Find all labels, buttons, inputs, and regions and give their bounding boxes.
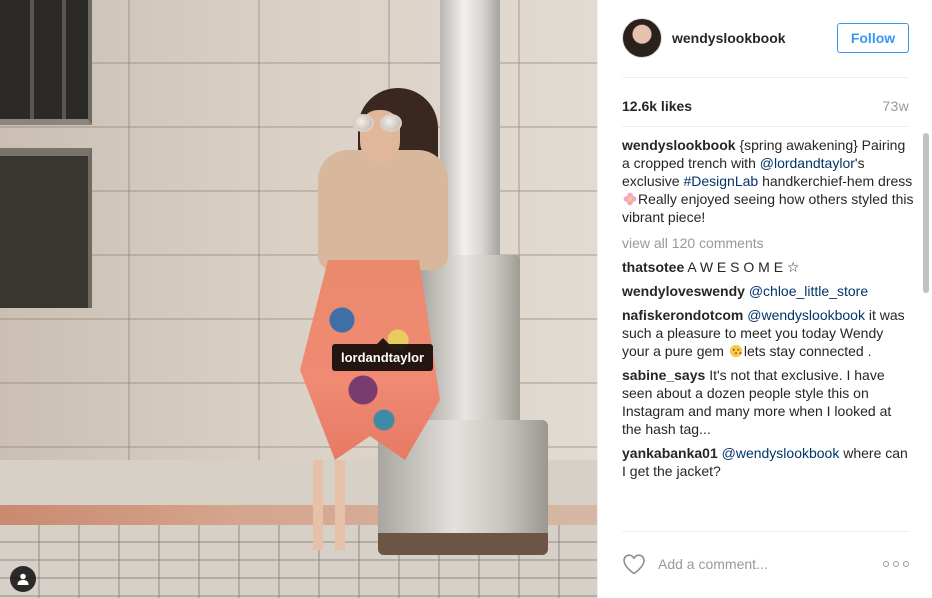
window-upper	[0, 0, 92, 125]
more-options-icon[interactable]	[883, 559, 909, 569]
comment-text: A W E S O M E ☆	[687, 259, 800, 275]
comment-item: sabine_says It's not that exclusive. I h…	[622, 366, 914, 438]
user-tag-icon[interactable]	[10, 566, 36, 592]
caption-mention[interactable]: @lordandtaylor	[760, 155, 855, 171]
comment-mention[interactable]: @wendyslookbook	[722, 445, 840, 461]
comment-username[interactable]: sabine_says	[622, 367, 705, 383]
comment-username[interactable]: yankabanka01	[622, 445, 718, 461]
sunglasses	[352, 114, 404, 132]
footer-divider	[622, 531, 909, 532]
comment-item: yankabanka01 @wendyslookbook where can I…	[622, 444, 914, 480]
post-photo[interactable]: lordandtaylor	[0, 0, 597, 598]
flower-emoji-icon	[623, 192, 637, 206]
caption-username[interactable]: wendyslookbook	[622, 137, 736, 153]
comment-username[interactable]: thatsotee	[622, 259, 684, 275]
product-tag[interactable]: lordandtaylor	[332, 338, 434, 371]
add-comment-input[interactable]	[658, 552, 883, 576]
add-comment-row	[622, 546, 909, 582]
comment-mention[interactable]: @chloe_little_store	[749, 283, 868, 299]
trench-coat	[318, 150, 448, 270]
woman-legs	[305, 460, 355, 550]
view-all-comments-link[interactable]: view all 120 comments	[622, 234, 914, 252]
comment-item: nafiskerondotcom @wendyslookbook it was …	[622, 306, 914, 360]
window-lower	[0, 148, 92, 308]
header-username[interactable]: wendyslookbook	[672, 30, 837, 46]
avatar[interactable]	[622, 18, 662, 58]
kiss-emoji-icon	[729, 344, 742, 358]
comments-list[interactable]: wendyslookbook {spring awakening} Pairin…	[622, 136, 914, 528]
comment-item: thatsotee A W E S O M E ☆	[622, 258, 914, 276]
comment-mention[interactable]: @wendyslookbook	[747, 307, 865, 323]
likes-divider	[622, 126, 909, 127]
post-sidebar: wendyslookbook Follow 12.6k likes 73w we…	[597, 0, 932, 598]
comments-scrollbar[interactable]	[923, 133, 929, 293]
lamp-post	[440, 0, 500, 280]
caption-text: handkerchief-hem dress	[758, 173, 913, 189]
comment-username[interactable]: wendyloveswendy	[622, 283, 745, 299]
comment-item: wendyloveswendy @chloe_little_store	[622, 282, 914, 300]
likes-count[interactable]: 12.6k likes	[622, 98, 692, 114]
comment-username[interactable]: nafiskerondotcom	[622, 307, 743, 323]
post-header: wendyslookbook Follow	[622, 17, 909, 59]
heart-icon[interactable]	[622, 553, 646, 575]
caption-hashtag[interactable]: #DesignLab	[683, 173, 758, 189]
post-age[interactable]: 73w	[882, 98, 909, 114]
follow-button[interactable]: Follow	[837, 23, 909, 53]
caption: wendyslookbook {spring awakening} Pairin…	[622, 136, 914, 226]
caption-text: Really enjoyed seeing how others styled …	[622, 191, 914, 225]
comment-text: lets stay connected .	[743, 343, 872, 359]
likes-row: 12.6k likes 73w	[622, 96, 909, 116]
header-divider	[622, 77, 909, 78]
